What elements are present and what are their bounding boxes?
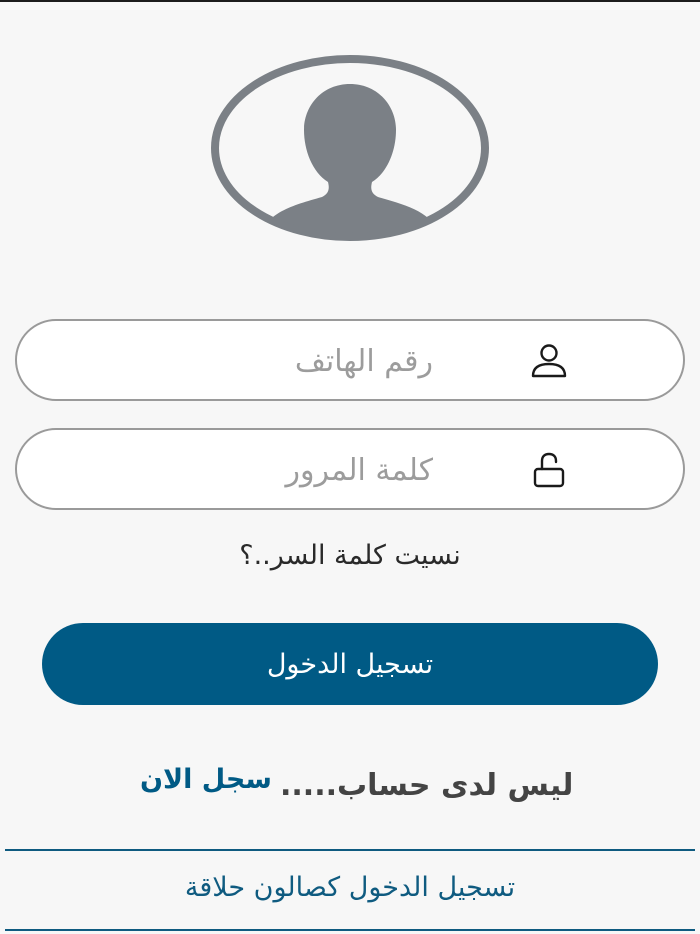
- salon-login-link[interactable]: تسجيل الدخول كصالون حلاقة: [0, 872, 700, 903]
- user-avatar-icon: [211, 55, 489, 241]
- divider-bottom: [5, 929, 695, 931]
- password-input[interactable]: [103, 444, 433, 496]
- no-account-text: ليس لدى حساب.....: [280, 768, 574, 803]
- password-field[interactable]: [15, 428, 685, 510]
- phone-field[interactable]: [15, 319, 685, 401]
- phone-input[interactable]: [103, 335, 433, 387]
- unlock-icon: [533, 452, 565, 488]
- divider-top: [5, 849, 695, 851]
- register-now-link[interactable]: سجل الان: [140, 764, 272, 795]
- user-icon: [531, 344, 567, 378]
- top-border: [0, 0, 700, 2]
- forgot-password-link[interactable]: نسيت كلمة السر..؟: [150, 540, 550, 571]
- login-button[interactable]: تسجيل الدخول: [42, 623, 658, 705]
